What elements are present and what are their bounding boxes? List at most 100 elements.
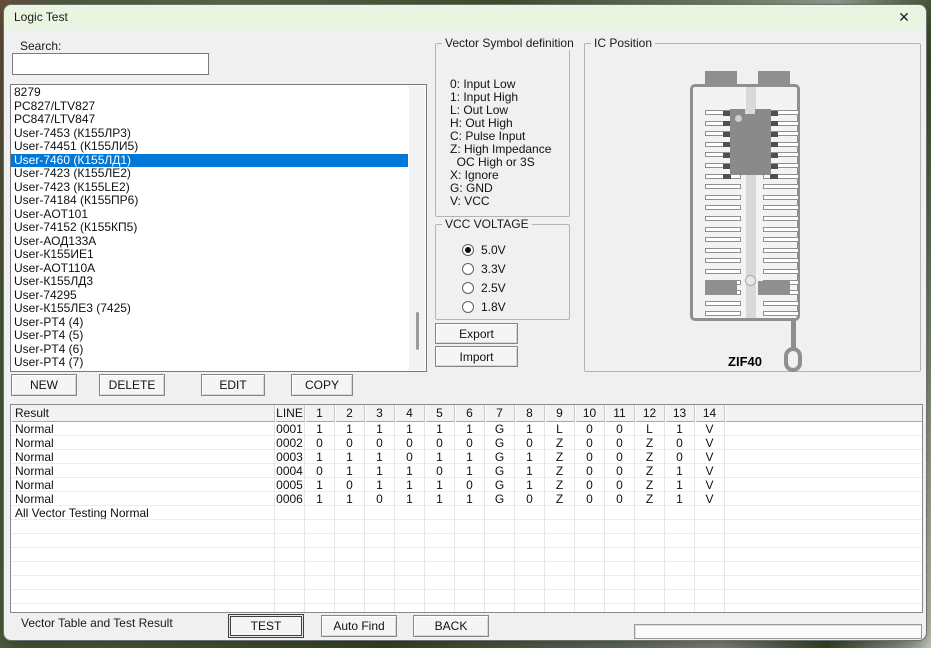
chip-listbox[interactable]: 8279PC827/LTV827PC847/LTV847User-7453 (К… — [10, 84, 427, 372]
table-empty-row[interactable] — [11, 590, 922, 604]
table-row[interactable]: Normal0005101110G1Z00Z1V — [11, 478, 922, 492]
vector-cell — [305, 534, 335, 548]
radio-icon[interactable] — [462, 263, 474, 275]
column-header[interactable]: 4 — [395, 405, 425, 422]
list-item[interactable]: User-7423 (К155ЛЕ2) — [11, 167, 408, 181]
radio-icon[interactable] — [462, 282, 474, 294]
column-header[interactable]: LINE — [275, 405, 305, 422]
column-header[interactable]: 12 — [635, 405, 665, 422]
list-item[interactable]: User-7453 (К155ЛР3) — [11, 127, 408, 141]
radio-icon[interactable] — [462, 244, 474, 256]
list-item[interactable]: User-7460 (К155ЛД1) — [11, 154, 408, 168]
table-row[interactable]: Normal0003111011G1Z00Z0V — [11, 450, 922, 464]
back-button[interactable]: BACK — [413, 615, 489, 637]
column-header[interactable]: 9 — [545, 405, 575, 422]
vcc-option-3.3V[interactable]: 3.3V — [462, 262, 506, 276]
list-scrollbar-track[interactable] — [409, 86, 425, 370]
vector-cell: Z — [545, 450, 575, 464]
table-empty-row[interactable] — [11, 548, 922, 562]
list-scrollbar-thumb[interactable] — [416, 312, 419, 350]
column-header[interactable]: 14 — [695, 405, 725, 422]
vector-cell: 1 — [665, 464, 695, 478]
vector-cell: 0 — [605, 464, 635, 478]
column-header[interactable]: 3 — [365, 405, 395, 422]
column-header[interactable]: 13 — [665, 405, 695, 422]
export-button[interactable]: Export — [435, 323, 518, 344]
new-button[interactable]: NEW — [11, 374, 77, 396]
table-empty-row[interactable] — [11, 604, 922, 613]
vector-cell: 1 — [395, 492, 425, 506]
vector-cell: Z — [635, 464, 665, 478]
table-row[interactable]: Normal0001111111G1L00L1V — [11, 422, 922, 436]
table-row[interactable]: Normal0002000000G0Z00Z0V — [11, 436, 922, 450]
column-header[interactable]: 8 — [515, 405, 545, 422]
table-empty-row[interactable] — [11, 534, 922, 548]
edit-button[interactable]: EDIT — [201, 374, 265, 396]
table-empty-row[interactable] — [11, 576, 922, 590]
table-empty-row[interactable] — [11, 562, 922, 576]
vcc-option-1.8V[interactable]: 1.8V — [462, 300, 506, 314]
search-input[interactable] — [12, 53, 209, 75]
column-header[interactable]: 7 — [485, 405, 515, 422]
column-header[interactable]: Result — [11, 405, 275, 422]
close-icon[interactable]: ✕ — [888, 5, 920, 29]
vector-cell — [605, 520, 635, 534]
vcc-option-5.0V[interactable]: 5.0V — [462, 243, 506, 257]
list-item[interactable]: User-74152 (К155КП5) — [11, 221, 408, 235]
list-item[interactable]: User-К155ИЕ1 — [11, 248, 408, 262]
list-item[interactable]: User-PT4 (6) — [11, 343, 408, 357]
vector-cell: 0 — [605, 422, 635, 436]
vector-table: ResultLINE1234567891011121314 Normal0001… — [10, 404, 923, 613]
vector-table-body: Normal0001111111G1L00L1VNormal0002000000… — [11, 422, 922, 613]
vcc-voltage-group-title: VCC VOLTAGE — [442, 217, 532, 231]
list-item[interactable]: User-74295 — [11, 289, 408, 303]
vector-cell — [485, 604, 515, 613]
table-footer-row[interactable]: All Vector Testing Normal — [11, 506, 922, 520]
auto-find-button[interactable]: Auto Find — [321, 615, 397, 637]
list-item[interactable]: User-К155ЛЕ3 (7425) — [11, 302, 408, 316]
vector-cell: 0 — [665, 450, 695, 464]
list-item[interactable]: User-7423 (К155LE2) — [11, 181, 408, 195]
result-cell: Normal — [11, 436, 275, 450]
list-item[interactable]: PC827/LTV827 — [11, 100, 408, 114]
vector-cell: G — [485, 492, 515, 506]
list-item[interactable]: User-К155ЛД3 — [11, 275, 408, 289]
test-button[interactable]: TEST — [228, 614, 304, 638]
copy-button[interactable]: COPY — [291, 374, 353, 396]
column-header[interactable]: 6 — [455, 405, 485, 422]
column-header[interactable]: 1 — [305, 405, 335, 422]
list-item[interactable]: User-AOT101 — [11, 208, 408, 222]
list-item[interactable]: User-PT4 (5) — [11, 329, 408, 343]
import-button[interactable]: Import — [435, 346, 518, 367]
vector-cell — [335, 604, 365, 613]
vector-cell: 0 — [335, 478, 365, 492]
vector-cell: 1 — [365, 450, 395, 464]
table-row[interactable]: Normal0006110111G0Z00Z1V — [11, 492, 922, 506]
vector-cell — [575, 576, 605, 590]
table-row[interactable]: Normal0004011101G1Z00Z1V — [11, 464, 922, 478]
list-item[interactable]: User-74451 (К155ЛИ5) — [11, 140, 408, 154]
vector-cell — [635, 548, 665, 562]
list-item[interactable]: User-PT4 (4) — [11, 316, 408, 330]
list-item[interactable]: User-74184 (К155ПР6) — [11, 194, 408, 208]
vector-cell — [545, 534, 575, 548]
chip-leg — [770, 153, 778, 158]
list-item[interactable]: User-ИД10 — [11, 370, 408, 373]
column-header[interactable]: 11 — [605, 405, 635, 422]
radio-icon[interactable] — [462, 301, 474, 313]
column-header[interactable]: 10 — [575, 405, 605, 422]
column-header[interactable]: 5 — [425, 405, 455, 422]
table-empty-row[interactable] — [11, 520, 922, 534]
pin-slot — [763, 227, 799, 232]
vector-cell — [395, 534, 425, 548]
list-item[interactable]: User-PT4 (7) — [11, 356, 408, 370]
list-item[interactable]: PC847/LTV847 — [11, 113, 408, 127]
list-item[interactable]: 8279 — [11, 86, 408, 100]
vector-table-header: ResultLINE1234567891011121314 — [11, 405, 922, 422]
column-header[interactable]: 2 — [335, 405, 365, 422]
dut-chip — [730, 109, 771, 175]
list-item[interactable]: User-AOT110A — [11, 262, 408, 276]
vcc-option-2.5V[interactable]: 2.5V — [462, 281, 506, 295]
list-item[interactable]: User-АОД133А — [11, 235, 408, 249]
delete-button[interactable]: DELETE — [99, 374, 165, 396]
